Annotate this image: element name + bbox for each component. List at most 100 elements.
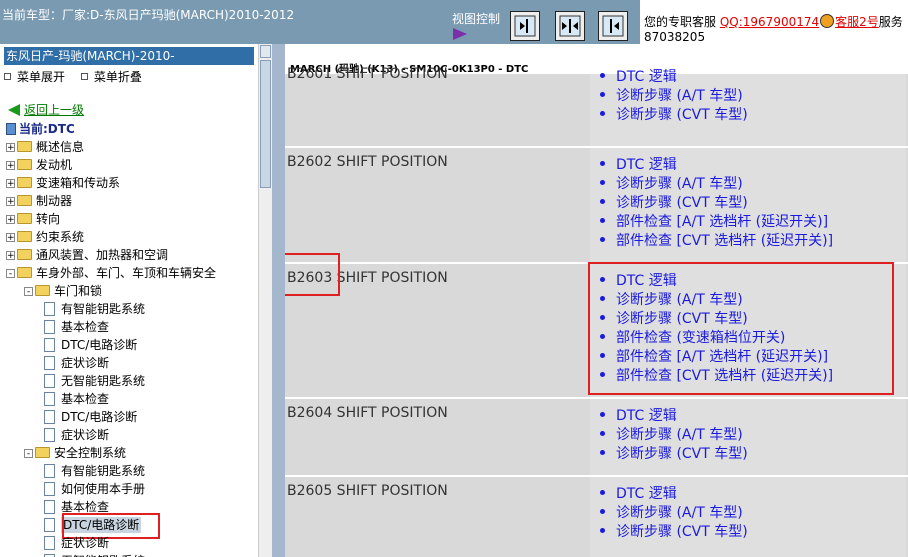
dtc-link[interactable]: DTC 逻辑 <box>600 405 677 425</box>
dtc-code: B2605 SHIFT POSITION <box>287 483 448 499</box>
dtc-link[interactable]: 诊断步骤 (A/T 车型) <box>600 424 743 444</box>
expand-plus-icon[interactable]: + <box>6 197 15 207</box>
dtc-link[interactable]: 诊断步骤 (CVT 车型) <box>600 521 748 541</box>
panel-divider[interactable] <box>272 44 285 557</box>
support-text: 您的专职客服 <box>644 15 717 29</box>
document-icon <box>44 536 55 550</box>
dtc-link[interactable]: 部件检查 [CVT 选档杆 (延迟开关)] <box>599 230 833 250</box>
tree-node-label: 转向 <box>36 212 61 226</box>
dtc-link[interactable]: 部件检查 [A/T 选档杆 (延迟开关)] <box>599 211 828 231</box>
dtc-link[interactable]: 诊断步骤 (CVT 车型) <box>600 104 748 124</box>
dtc-link[interactable]: DTC 逻辑 <box>600 154 677 174</box>
collapse-right-button[interactable] <box>598 11 628 41</box>
tree-node-label: 安全控制系统 <box>54 446 127 460</box>
tree-leaf[interactable]: 基本检查 <box>44 390 109 408</box>
document-icon <box>44 338 55 352</box>
collapse-minus-icon[interactable]: - <box>6 269 15 279</box>
dtc-link[interactable]: 诊断步骤 (A/T 车型) <box>600 502 743 522</box>
dtc-code: B2601 SHIFT POSITION <box>287 66 448 82</box>
tree-node-label: 车身外部、车门、车顶和车辆安全 <box>36 266 217 280</box>
dtc-link[interactable]: DTC 逻辑 <box>600 66 677 86</box>
service-2-link[interactable]: 客服2号 <box>835 15 879 29</box>
tree-leaf[interactable]: 症状诊断 <box>44 534 109 552</box>
collapse-icon <box>80 73 88 80</box>
collapse-minus-icon[interactable]: - <box>24 449 33 459</box>
dtc-link[interactable]: 诊断步骤 (CVT 车型) <box>600 192 748 212</box>
tree-folder[interactable]: + 转向 <box>6 210 60 228</box>
expand-plus-icon[interactable]: + <box>6 233 15 243</box>
tree-leaf[interactable]: 有智能钥匙系统 <box>44 300 145 318</box>
dtc-row: B2602 SHIFT POSITION DTC 逻辑 诊断步骤 (A/T 车型) 诊… <box>285 148 908 262</box>
document-icon <box>44 464 55 478</box>
dtc-links: DTC 逻辑 诊断步骤 (A/T 车型) 诊断步骤 (CVT 车型) <box>590 399 906 475</box>
dtc-link[interactable]: DTC 逻辑 <box>600 483 677 503</box>
dtc-link[interactable]: 诊断步骤 (CVT 车型) <box>600 443 748 463</box>
folder-icon <box>35 285 50 296</box>
folder-icon <box>17 213 32 224</box>
view-control-arrow-icon[interactable] <box>453 28 467 40</box>
expand-plus-icon[interactable]: + <box>6 161 15 171</box>
tree-node-label: DTC/电路诊断 <box>61 338 138 352</box>
dtc-code: B2602 SHIFT POSITION <box>287 154 448 170</box>
expand-plus-icon[interactable]: + <box>6 215 15 225</box>
dtc-links: DTC 逻辑 诊断步骤 (A/T 车型) 诊断步骤 (CVT 车型) <box>590 477 906 557</box>
tree-leaf[interactable]: 症状诊断 <box>44 426 109 444</box>
menu-expand-link[interactable]: 菜单展开 <box>17 70 65 84</box>
document-icon <box>44 356 55 370</box>
collapse-left-button[interactable] <box>510 11 540 41</box>
tree-leaf[interactable]: 无智能钥匙系统 <box>44 552 145 557</box>
dtc-link[interactable]: 诊断步骤 (A/T 车型) <box>600 85 743 105</box>
expand-plus-icon[interactable]: + <box>6 251 15 261</box>
tree-folder[interactable]: + 变速箱和传动系 <box>6 174 120 192</box>
tree-leaf[interactable]: DTC/电路诊断 <box>44 336 137 354</box>
tree-leaf[interactable]: DTC/电路诊断 <box>44 408 137 426</box>
document-icon <box>44 500 55 514</box>
dtc-row: B2604 SHIFT POSITION DTC 逻辑 诊断步骤 (A/T 车型) 诊… <box>285 399 908 475</box>
support-panel: 您的专职客服 QQ:1967900174 客服2号服务 87038205 <box>640 0 908 44</box>
dtc-row: B2605 SHIFT POSITION DTC 逻辑 诊断步骤 (A/T 车型) 诊… <box>285 477 908 557</box>
collapse-right-icon <box>602 15 624 37</box>
menu-collapse-link[interactable]: 菜单折叠 <box>94 70 142 84</box>
expand-plus-icon[interactable]: + <box>6 179 15 189</box>
vehicle-title: 当前车型：厂家:D-东风日产玛驰(MARCH)2010-2012 <box>2 8 295 22</box>
dtc-code: B2604 SHIFT POSITION <box>287 405 448 421</box>
tree-node-label: 制动器 <box>36 194 73 208</box>
tree-leaf[interactable]: 无智能钥匙系统 <box>44 372 145 390</box>
tree-scrollbar[interactable] <box>258 44 272 557</box>
scroll-thumb[interactable] <box>260 60 271 188</box>
dtc-links: DTC 逻辑 诊断步骤 (A/T 车型) 诊断步骤 (CVT 车型) 部件检查 [A/… <box>590 148 906 262</box>
collapse-minus-icon[interactable]: - <box>24 287 33 297</box>
tree-leaf[interactable]: 有智能钥匙系统 <box>44 462 145 480</box>
tree-leaf[interactable]: 如何使用本手册 <box>44 480 145 498</box>
tree-folder[interactable]: + 概述信息 <box>6 138 84 156</box>
tree-leaf[interactable]: 基本检查 <box>44 318 109 336</box>
tree-folder[interactable]: + 通风装置、加热器和空调 <box>6 246 168 264</box>
tree-folder[interactable]: - 安全控制系统 <box>24 444 126 462</box>
tree-folder[interactable]: + 发动机 <box>6 156 72 174</box>
tree-folder[interactable]: - 车门和锁 <box>24 282 102 300</box>
tree-node-label: 基本检查 <box>61 500 110 514</box>
back-label: 返回上一级 <box>24 103 85 117</box>
document-icon <box>44 518 55 532</box>
document-icon <box>44 374 55 388</box>
document-icon <box>44 392 55 406</box>
highlight-box <box>285 253 340 296</box>
dtc-link[interactable]: 诊断步骤 (A/T 车型) <box>600 173 743 193</box>
back-link[interactable]: 返回上一级 <box>8 101 84 118</box>
content-panel: MARCH (玛驰) (K13) - SM10C-0K13P0 - DTC B2… <box>285 44 908 557</box>
support-line: 您的专职客服 QQ:1967900174 客服2号服务 <box>644 13 903 30</box>
tree-folder[interactable]: - 车身外部、车门、车顶和车辆安全 <box>6 264 216 282</box>
tree-node-label: 概述信息 <box>36 140 85 154</box>
document-icon <box>44 428 55 442</box>
split-view-button[interactable] <box>555 11 585 41</box>
folder-icon <box>17 159 32 170</box>
tree-node-label: 有智能钥匙系统 <box>61 464 146 478</box>
expand-plus-icon[interactable]: + <box>6 143 15 153</box>
service-text: 服务 <box>878 15 903 29</box>
qq-icon[interactable] <box>820 14 835 28</box>
tree-folder[interactable]: + 制动器 <box>6 192 72 210</box>
tree-folder[interactable]: + 约束系统 <box>6 228 84 246</box>
tree-leaf[interactable]: 症状诊断 <box>44 354 109 372</box>
qq-link[interactable]: QQ:1967900174 <box>720 15 819 29</box>
scroll-up-icon[interactable] <box>260 45 271 58</box>
